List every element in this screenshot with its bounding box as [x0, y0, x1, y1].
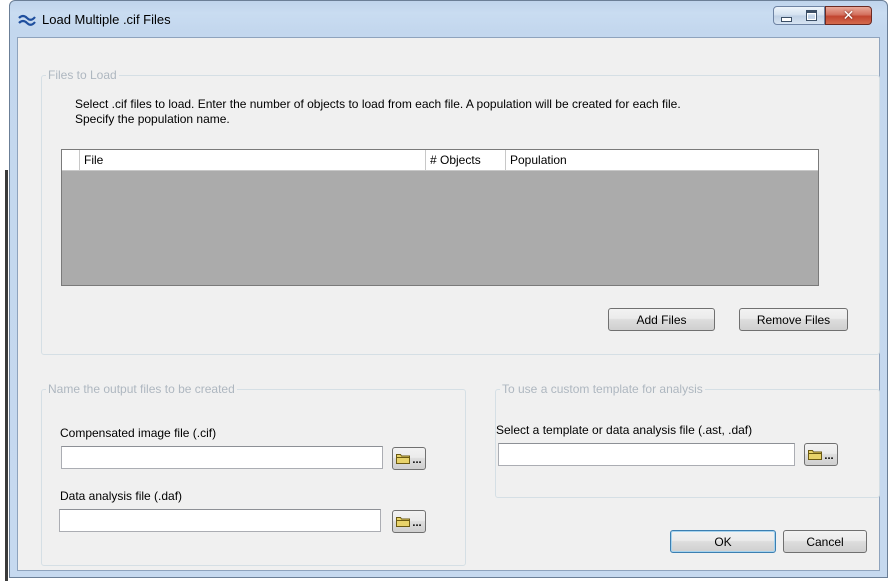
cif-browse-dots: ...	[412, 453, 422, 466]
column-header-population[interactable]: Population	[506, 150, 817, 170]
daf-browse-button[interactable]: ...	[392, 510, 426, 533]
add-files-button[interactable]: Add Files	[608, 308, 715, 331]
close-button[interactable]: ✕	[825, 6, 872, 25]
close-icon: ✕	[842, 7, 855, 24]
output-files-group: Name the output files to be created	[41, 382, 466, 566]
daf-file-input[interactable]	[59, 509, 381, 532]
dialog-window: Load Multiple .cif Files ✕ Files to Load…	[9, 0, 888, 578]
template-browse-dots: ...	[824, 449, 834, 462]
template-file-input[interactable]	[498, 443, 795, 466]
cancel-button[interactable]: Cancel	[783, 530, 867, 553]
column-header-file[interactable]: File	[80, 150, 426, 170]
daf-browse-dots: ...	[412, 516, 422, 529]
column-header-objects[interactable]: # Objects	[426, 150, 506, 170]
folder-icon	[808, 449, 823, 460]
minimize-icon	[781, 16, 792, 22]
minimize-button[interactable]	[773, 6, 800, 25]
grid-header: File # Objects Population	[62, 150, 818, 171]
maximize-icon	[806, 10, 817, 21]
wave-icon	[18, 13, 36, 27]
folder-icon	[396, 453, 411, 464]
files-group-legend: Files to Load	[46, 68, 119, 82]
output-group-legend: Name the output files to be created	[46, 382, 237, 396]
row-header-corner	[62, 150, 80, 170]
dialog-client-area: Files to Load Select .cif files to load.…	[17, 37, 880, 571]
background-strip	[0, 0, 9, 581]
folder-icon	[396, 516, 411, 527]
title-bar[interactable]: Load Multiple .cif Files ✕	[10, 1, 887, 37]
instructions-line-1: Select .cif files to load. Enter the num…	[75, 97, 681, 111]
daf-file-label: Data analysis file (.daf)	[60, 489, 183, 503]
window-title: Load Multiple .cif Files	[42, 12, 171, 27]
ok-button[interactable]: OK	[670, 530, 776, 553]
remove-files-button[interactable]: Remove Files	[739, 308, 848, 331]
template-group-legend: To use a custom template for analysis	[500, 382, 705, 396]
template-browse-button[interactable]: ...	[804, 443, 838, 466]
template-select-label: Select a template or data analysis file …	[496, 423, 753, 437]
cif-browse-button[interactable]: ...	[392, 447, 426, 470]
background-edge	[5, 170, 8, 581]
maximize-button[interactable]	[799, 6, 825, 25]
cif-file-label: Compensated image file (.cif)	[60, 426, 217, 440]
cif-file-input[interactable]	[61, 446, 383, 469]
files-grid[interactable]: File # Objects Population	[61, 149, 819, 286]
instructions-line-2: Specify the population name.	[75, 112, 230, 126]
